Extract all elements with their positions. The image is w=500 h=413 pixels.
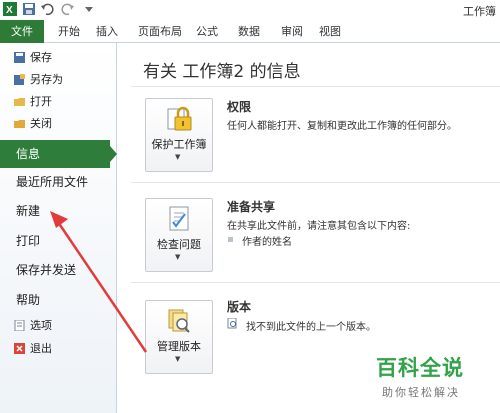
- watermark-subtitle: 助你轻松解决: [382, 386, 460, 399]
- window-title: 工作簿: [463, 5, 496, 18]
- nav-save-as-label: 另存为: [30, 73, 63, 86]
- prepare-sharing-heading: 准备共享: [227, 200, 276, 214]
- versions-heading: 版本: [227, 300, 252, 314]
- manage-versions-button[interactable]: 管理版本 ▼: [145, 300, 213, 374]
- permissions-heading: 权限: [227, 100, 252, 114]
- nav-exit-label: 退出: [30, 342, 52, 355]
- nav-recent[interactable]: 最近所用文件: [16, 171, 88, 193]
- document-search-icon: [227, 318, 237, 329]
- manage-versions-label: 管理版本: [157, 340, 201, 353]
- protect-workbook-label: 保护工作簿: [151, 138, 207, 151]
- nav-exit[interactable]: 退出: [14, 340, 52, 358]
- nav-save-as[interactable]: 另存为: [14, 71, 63, 89]
- backstage-nav: 保存 另存为 打开 关闭 信息 最近所用文件 新建 打印 保存并发送 帮助 选项…: [0, 43, 117, 413]
- tab-insert[interactable]: 插入: [96, 23, 118, 41]
- undo-icon[interactable]: [40, 2, 54, 16]
- inspect-icon: [169, 206, 189, 231]
- divider: [131, 282, 500, 283]
- nav-close-label: 关闭: [30, 117, 52, 130]
- chevron-down-icon: ▼: [175, 355, 181, 363]
- lock-icon: [167, 106, 192, 131]
- divider: [131, 86, 500, 87]
- tab-file[interactable]: 文件: [0, 20, 44, 43]
- prepare-sharing-desc: 在共享此文件前，请注意其包含以下内容:: [227, 221, 411, 232]
- save-icon: [14, 52, 25, 63]
- nav-open[interactable]: 打开: [14, 93, 52, 111]
- save-as-icon: [14, 74, 25, 85]
- versions-desc: 找不到此文件的上一个版本。: [246, 322, 376, 333]
- nav-info-label: 信息: [16, 147, 41, 161]
- tab-formulas[interactable]: 公式: [196, 23, 218, 41]
- bullet-icon: [228, 237, 233, 242]
- nav-close[interactable]: 关闭: [14, 115, 52, 133]
- ribbon-tab-row: 开始 插入 页面布局 公式 数据 审阅 视图: [0, 20, 500, 43]
- tab-page-layout[interactable]: 页面布局: [138, 23, 182, 41]
- nav-info[interactable]: 信息: [0, 140, 117, 168]
- page-title: 有关 工作簿2 的信息: [143, 62, 301, 82]
- nav-new[interactable]: 新建: [16, 200, 40, 222]
- tab-data[interactable]: 数据: [238, 23, 260, 41]
- nav-help[interactable]: 帮助: [16, 289, 40, 311]
- author-name-item: 作者的姓名: [242, 237, 292, 248]
- nav-save[interactable]: 保存: [14, 49, 52, 67]
- versions-icon: [168, 309, 190, 333]
- open-folder-icon: [14, 98, 25, 106]
- title-bar: X 工作簿: [0, 0, 500, 20]
- divider: [131, 182, 500, 183]
- options-icon: [14, 320, 25, 331]
- chevron-down-icon: ▼: [175, 253, 181, 261]
- redo-icon[interactable]: [61, 2, 75, 16]
- customize-icon[interactable]: [82, 2, 96, 16]
- close-folder-icon: [14, 120, 25, 128]
- nav-options-label: 选项: [30, 319, 52, 332]
- excel-icon: X: [3, 2, 17, 16]
- protect-workbook-button[interactable]: 保护工作簿 ▼: [145, 98, 213, 172]
- tab-review[interactable]: 审阅: [281, 23, 303, 41]
- tab-view[interactable]: 视图: [319, 23, 341, 41]
- permissions-desc: 任何人都能打开、复制和更改此工作簿的任何部分。: [227, 121, 457, 132]
- tab-home[interactable]: 开始: [58, 23, 80, 41]
- nav-save-label: 保存: [30, 51, 52, 64]
- svg-text:X: X: [6, 5, 13, 16]
- check-issues-button[interactable]: 检查问题 ▼: [145, 198, 213, 272]
- save-icon[interactable]: [22, 2, 36, 16]
- chevron-down-icon: ▼: [175, 153, 181, 161]
- nav-open-label: 打开: [30, 95, 52, 108]
- check-issues-label: 检查问题: [157, 238, 201, 251]
- nav-print[interactable]: 打印: [16, 230, 40, 252]
- exit-icon: [14, 343, 25, 354]
- watermark-title: 百科全说: [376, 356, 464, 380]
- nav-options[interactable]: 选项: [14, 317, 52, 335]
- nav-save-and-send[interactable]: 保存并发送: [16, 259, 76, 281]
